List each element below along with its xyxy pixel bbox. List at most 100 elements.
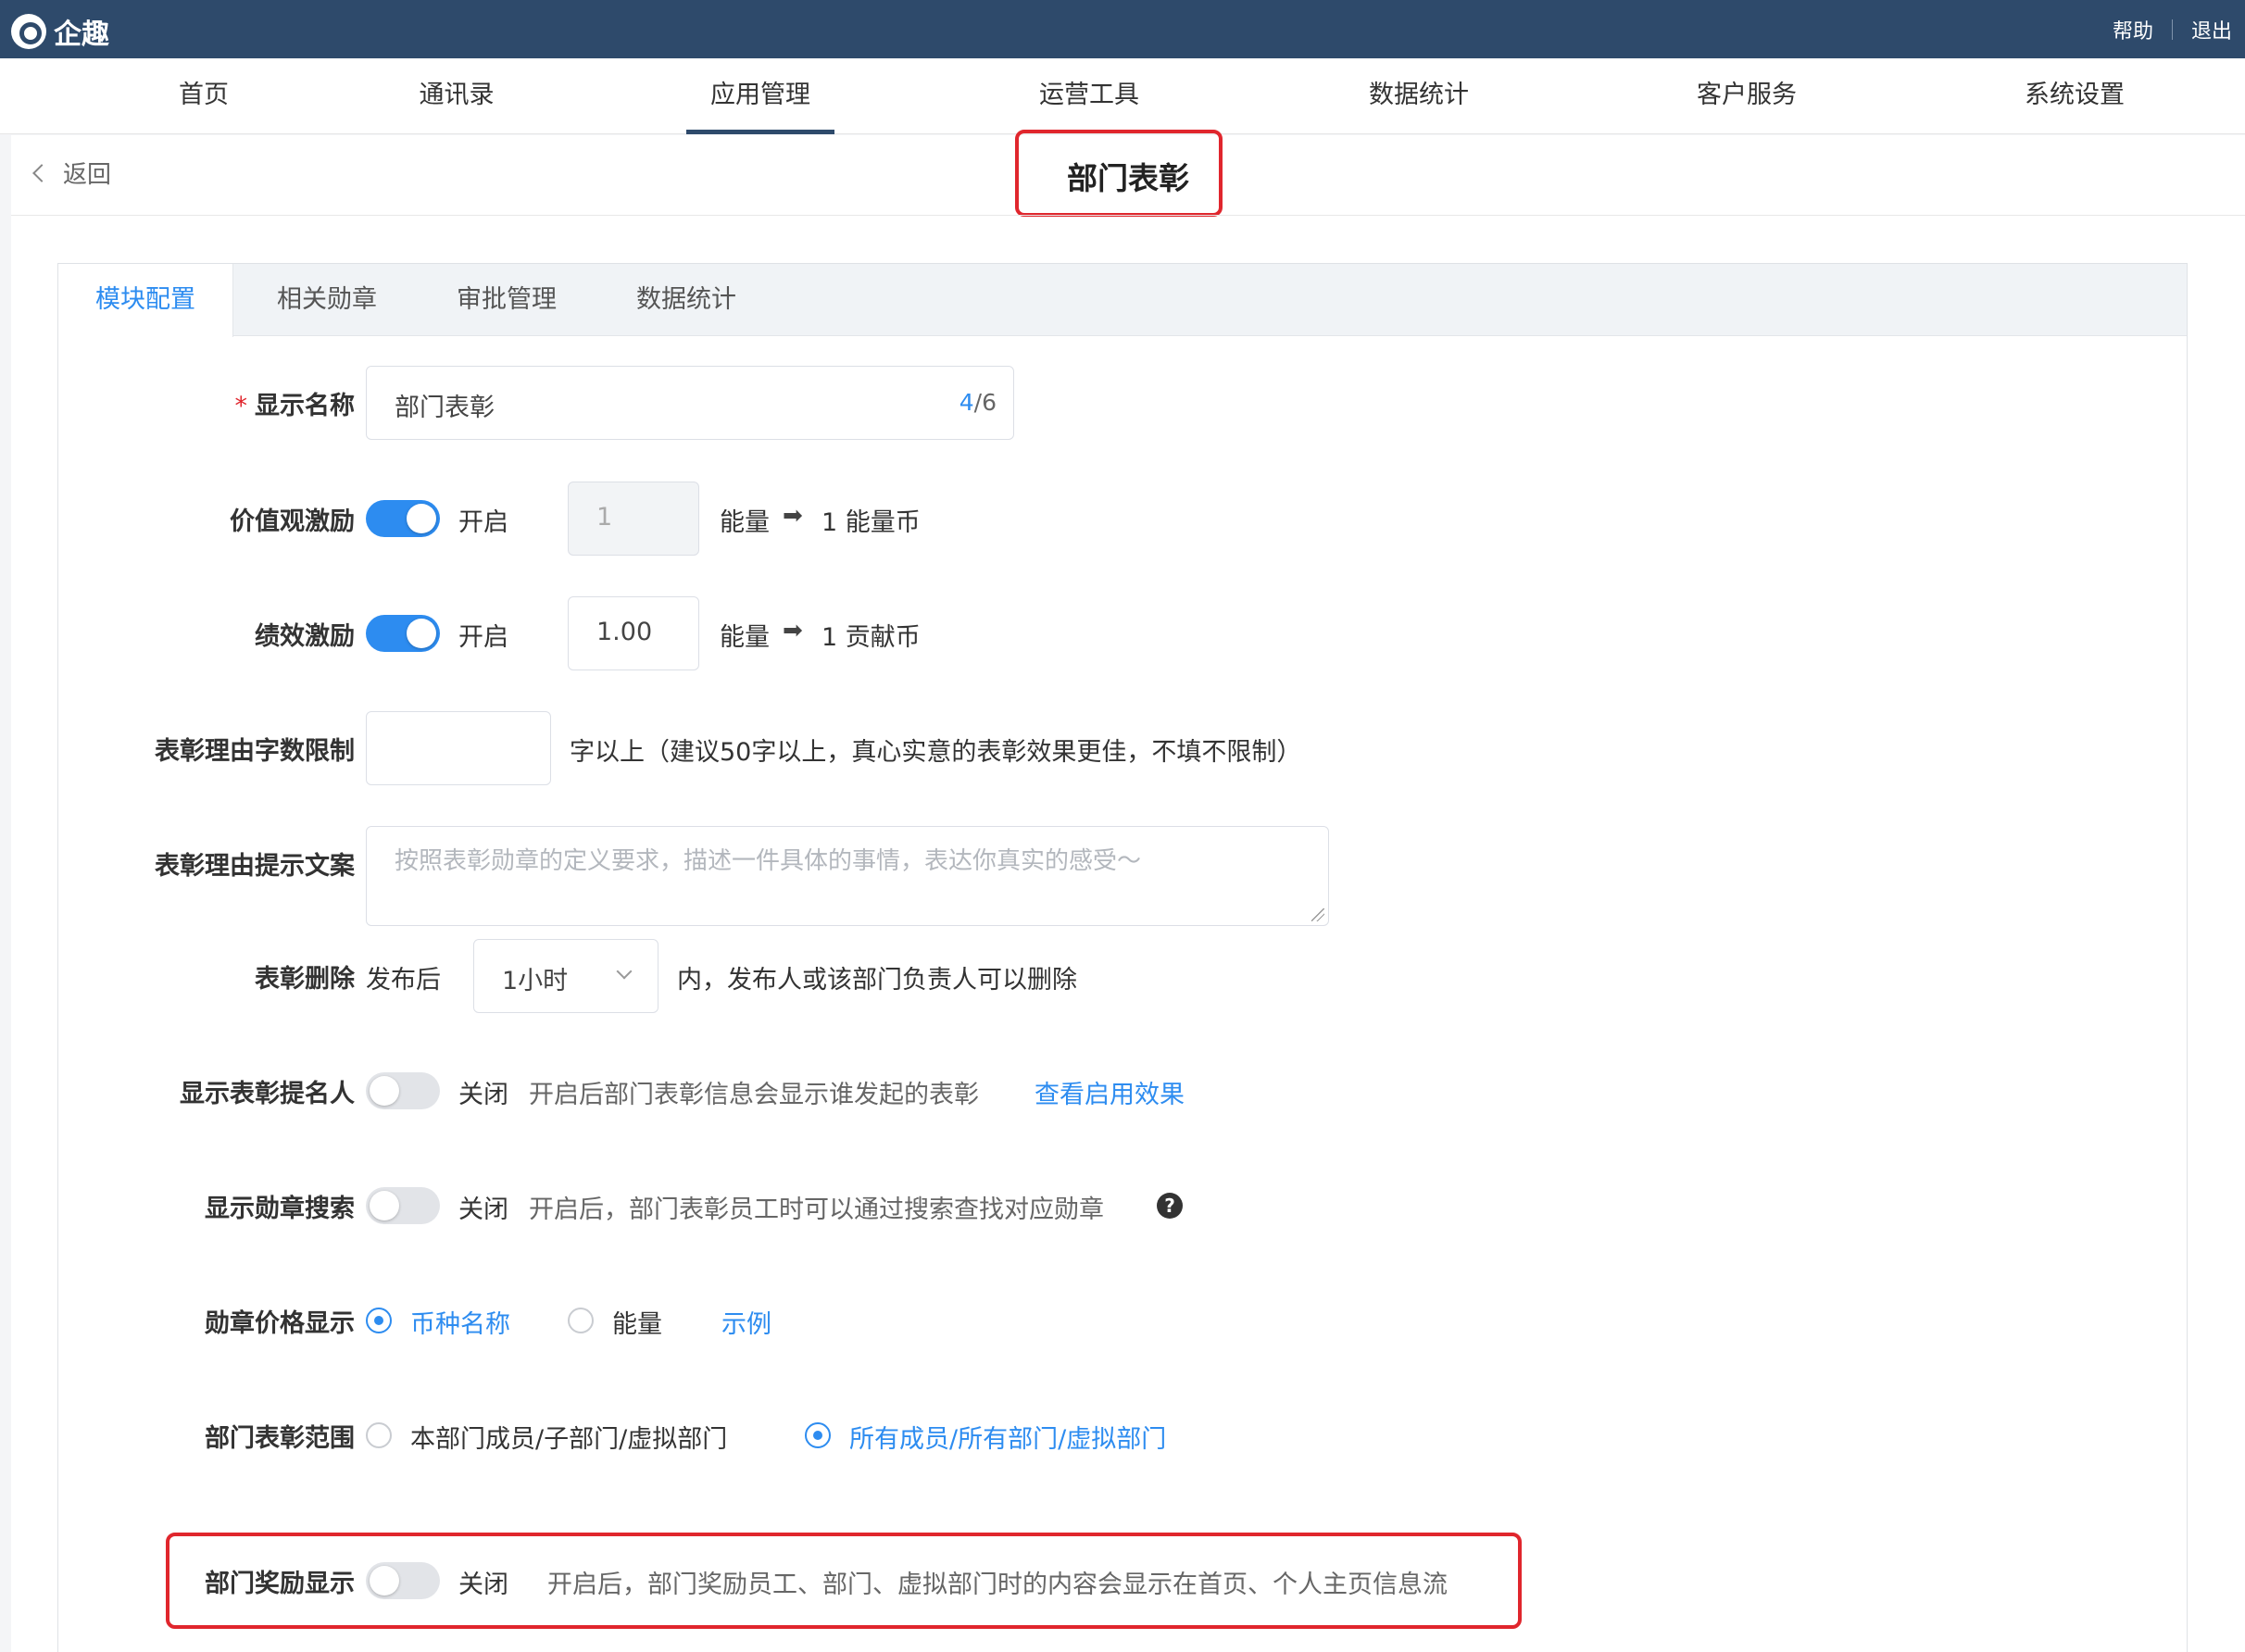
show-search-toggle[interactable] [366,1187,440,1224]
question-circle-icon[interactable]: ? [1157,1193,1183,1219]
perf-incentive-state: 开启 [458,623,508,652]
divider [2171,19,2173,40]
view-effect-link[interactable]: 查看启用效果 [1035,1074,1185,1110]
scope-radio-own-dept[interactable] [366,1422,392,1448]
delete-time-value: 1小时 [502,967,569,995]
show-search-label: 显示勋章搜索 [205,1194,355,1223]
brand-name: 企趣 [54,19,109,51]
tab-module-config[interactable]: 模块配置 [58,264,233,337]
reward-display-hint: 开启后，部门奖励员工、部门、虚拟部门时的内容会显示在首页、个人主页信息流 [547,1571,1448,1599]
value-incentive-toggle[interactable] [366,500,440,537]
reason-prompt-textarea[interactable]: 按照表彰勋章的定义要求，描述一件具体的事情，表达你真实的感受～ [366,826,1329,926]
brand[interactable]: 企趣 [11,11,109,52]
config-card: 模块配置 相关勋章 审批管理 数据统计 * 显示名称 部门表彰 4/6 价值观激励… [57,263,2188,1652]
arrow-right-icon: ➡ [783,617,803,645]
reason-limit-hint: 字以上（建议50字以上，真心实意的表彰效果更佳，不填不限制） [570,738,1302,767]
price-display-option-currency[interactable]: 币种名称 [410,1304,510,1340]
perf-incentive-value: 1.00 [596,618,653,646]
toggle-knob [407,504,436,533]
tab-data-statistics[interactable]: 数据统计 [636,264,736,336]
nav-data-statistics[interactable]: 数据统计 [1360,58,1478,134]
price-example-link[interactable]: 示例 [721,1304,771,1340]
reason-prompt-placeholder: 按照表彰勋章的定义要求，描述一件具体的事情，表达你真实的感受～ [395,847,1142,875]
display-name-value: 部门表彰 [395,394,495,422]
row-value-incentive: 价值观激励 [58,482,355,556]
row-show-search: 显示勋章搜索 [58,1169,355,1243]
tab-bar: 模块配置 相关勋章 审批管理 数据统计 [58,264,2187,337]
row-price-display: 勋章价格显示 [58,1283,355,1358]
title-highlight-box [1015,130,1223,217]
value-incentive-value: 1 [596,503,613,532]
scope-label: 部门表彰范围 [205,1423,355,1453]
top-bar: 企趣 帮助 退出 [0,0,2245,58]
required-mark: * [234,391,248,420]
logout-link[interactable]: 退出 [2191,15,2232,44]
toggle-knob [407,619,436,648]
chevron-down-icon [616,963,633,980]
value-incentive-state: 开启 [458,508,508,537]
brand-logo-icon [11,14,46,49]
toggle-knob [370,1566,399,1596]
row-scope: 部门表彰范围 [58,1398,355,1472]
arrow-right-icon: ➡ [783,502,803,530]
show-nominator-hint: 开启后部门表彰信息会显示谁发起的表彰 [529,1081,979,1109]
nav-operation-tools[interactable]: 运营工具 [1030,58,1148,134]
reason-limit-label: 表彰理由字数限制 [155,736,355,766]
tab-related-medals[interactable]: 相关勋章 [277,264,377,336]
row-display-name: * 显示名称 [58,366,356,440]
price-display-option-energy[interactable]: 能量 [612,1304,662,1340]
toggle-knob [370,1191,399,1220]
reward-display-state: 关闭 [458,1571,508,1599]
row-show-nominator: 显示表彰提名人 [58,1054,355,1128]
row-reason-prompt: 表彰理由提示文案 [58,826,355,900]
price-display-label: 勋章价格显示 [205,1308,355,1338]
nav-home[interactable]: 首页 [167,58,241,134]
perf-incentive-result: 1 贡献币 [821,623,921,652]
perf-incentive-label: 绩效激励 [255,621,355,651]
display-name-input[interactable]: 部门表彰 4/6 [366,366,1014,440]
perf-incentive-toggle[interactable] [366,615,440,652]
nav-customer-service[interactable]: 客户服务 [1687,58,1806,134]
display-name-counter: 4/6 [959,389,997,416]
display-name-label: * 显示名称 [234,391,356,420]
show-nominator-state: 关闭 [458,1081,508,1109]
show-nominator-label: 显示表彰提名人 [180,1079,355,1108]
content-panel: 返回 部门表彰 模块配置 相关勋章 审批管理 数据统计 * 显示名称 部门表彰 4… [11,130,2245,1652]
nav-app-management[interactable]: 应用管理 [686,58,834,134]
scope-option-own-dept[interactable]: 本部门成员/子部门/虚拟部门 [410,1419,727,1455]
show-nominator-toggle[interactable] [366,1072,440,1109]
scope-option-all[interactable]: 所有成员/所有部门/虚拟部门 [849,1419,1166,1455]
perf-incentive-input[interactable]: 1.00 [568,596,699,670]
top-links: 帮助 退出 [2113,15,2232,44]
value-incentive-label: 价值观激励 [230,507,355,536]
header-divider [11,215,2245,216]
tab-approval-management[interactable]: 审批管理 [457,264,557,336]
value-incentive-input: 1 [568,482,699,556]
perf-incentive-unit: 能量 [720,623,770,652]
main-nav: 首页 通讯录 应用管理 运营工具 数据统计 客户服务 系统设置 [0,58,2245,134]
delete-time-select[interactable]: 1小时 [473,939,658,1013]
scope-radio-all[interactable] [805,1422,831,1448]
price-display-radio-energy[interactable] [568,1308,594,1333]
row-perf-incentive: 绩效激励 [58,596,355,670]
show-search-state: 关闭 [458,1195,508,1224]
help-link[interactable]: 帮助 [2113,15,2153,44]
value-incentive-result: 1 能量币 [821,508,921,537]
nav-contacts[interactable]: 通讯录 [412,58,501,134]
row-reason-limit: 表彰理由字数限制 [58,711,355,785]
value-incentive-unit: 能量 [720,508,770,537]
price-display-radio-currency[interactable] [366,1308,392,1333]
row-reward-display: 部门奖励显示 [58,1544,355,1618]
reason-limit-input[interactable] [366,711,551,785]
reason-prompt-label: 表彰理由提示文案 [155,851,355,881]
row-delete: 表彰删除 [58,939,355,1013]
reward-display-toggle[interactable] [366,1562,440,1599]
delete-label: 表彰删除 [255,964,355,994]
toggle-knob [370,1076,399,1106]
resize-handle-icon[interactable] [1311,908,1324,921]
delete-suffix: 内，发布人或该部门负责人可以删除 [677,966,1077,995]
show-search-hint: 开启后，部门表彰员工时可以通过搜索查找对应勋章 [529,1195,1104,1224]
nav-system-settings[interactable]: 系统设置 [2015,58,2134,134]
reward-display-label: 部门奖励显示 [205,1569,355,1598]
delete-prefix: 发布后 [366,966,441,995]
